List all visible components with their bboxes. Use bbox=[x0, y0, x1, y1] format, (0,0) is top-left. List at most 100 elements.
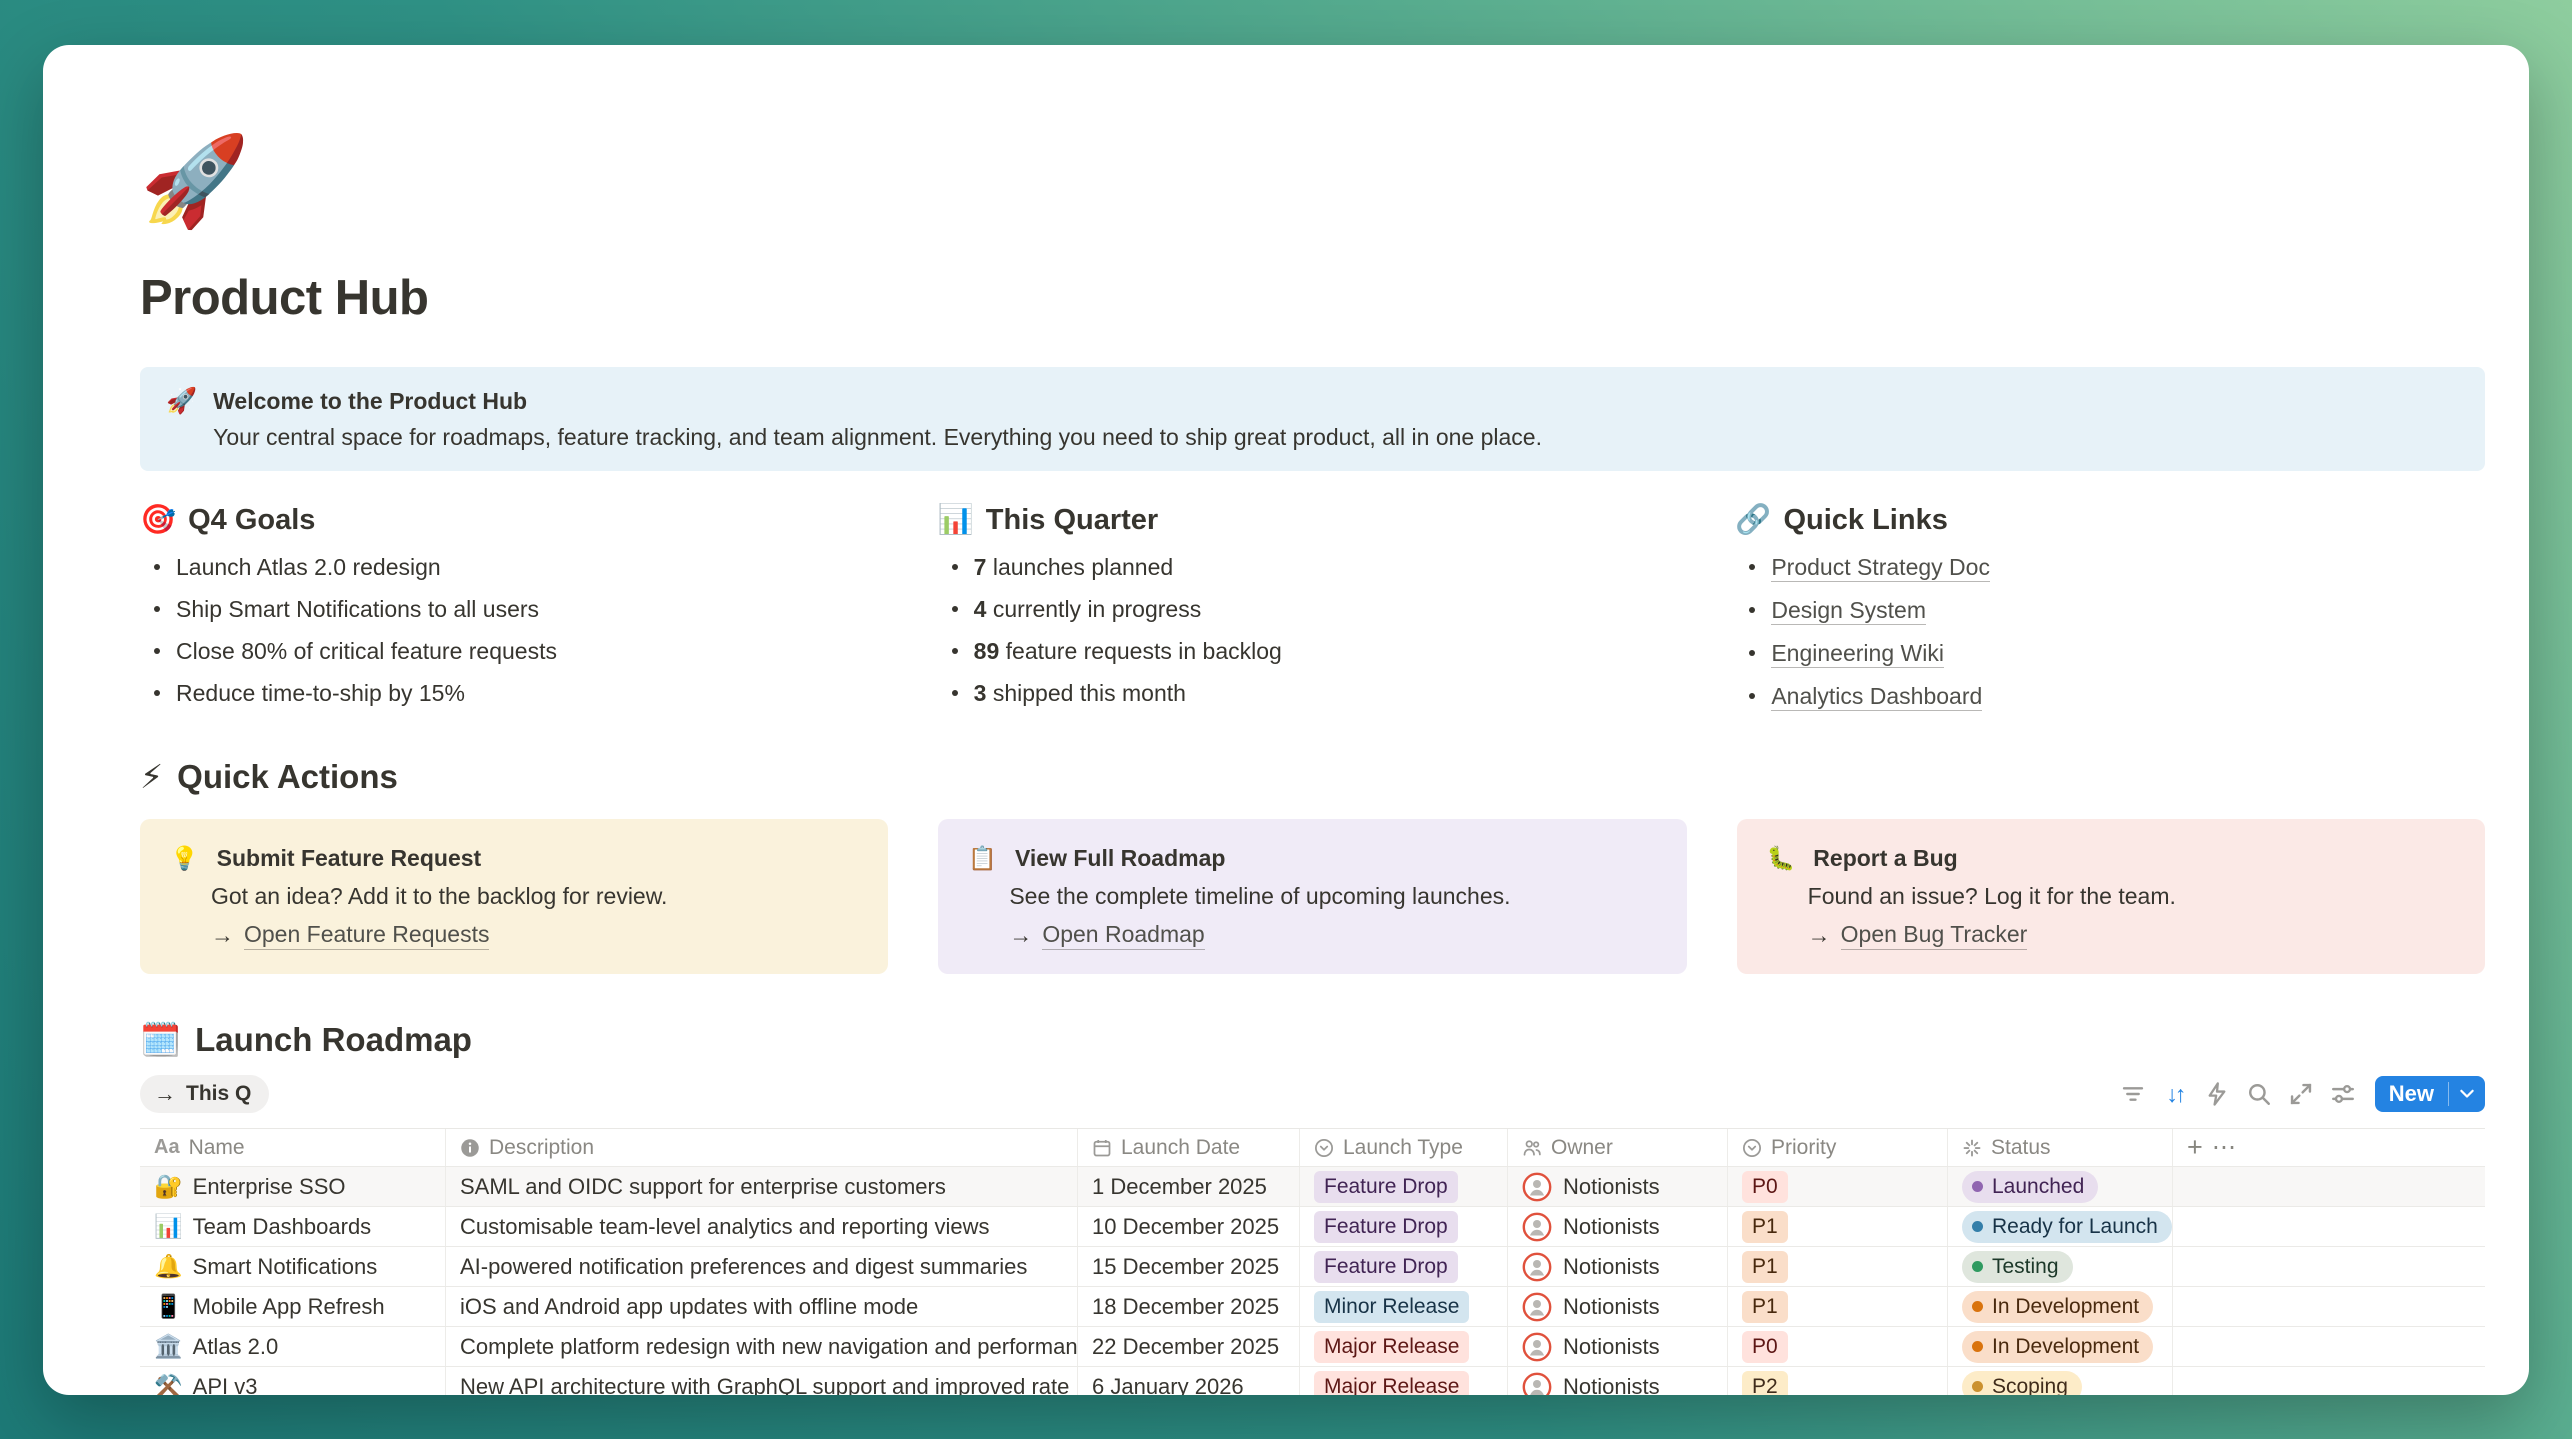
cell-status[interactable]: Ready for Launch bbox=[1948, 1207, 2173, 1246]
this-quarter-heading: 📊 This Quarter bbox=[938, 501, 1688, 539]
column-header-description[interactable]: Description bbox=[446, 1129, 1078, 1166]
cell-priority[interactable]: P0 bbox=[1728, 1327, 1948, 1366]
text-type-icon: Aa bbox=[154, 1136, 180, 1159]
cell-status[interactable]: Launched bbox=[1948, 1167, 2173, 1206]
add-column-button[interactable]: + bbox=[2187, 1134, 2203, 1161]
stat-item: 3 shipped this month bbox=[938, 679, 1688, 707]
cell-owner[interactable]: Notionists bbox=[1508, 1367, 1728, 1395]
cell-name[interactable]: ⚒️ API v3 bbox=[140, 1367, 446, 1395]
chevron-down-icon[interactable] bbox=[2449, 1076, 2485, 1112]
cell-launch-type[interactable]: Minor Release bbox=[1300, 1287, 1508, 1326]
database-controls: → This Q ↓↑ bbox=[140, 1074, 2485, 1114]
column-header-launch-type[interactable]: Launch Type bbox=[1300, 1129, 1508, 1166]
q4-goals-section: 🎯 Q4 Goals Launch Atlas 2.0 redesignShip… bbox=[140, 501, 890, 711]
cell-description[interactable]: Customisable team-level analytics and re… bbox=[446, 1207, 1078, 1246]
cell-owner[interactable]: Notionists bbox=[1508, 1247, 1728, 1286]
column-header-status[interactable]: Status bbox=[1948, 1129, 2173, 1166]
cell-launch-type[interactable]: Major Release bbox=[1300, 1327, 1508, 1366]
cell-priority[interactable]: P2 bbox=[1728, 1367, 1948, 1395]
cell-launch-date[interactable]: 15 December 2025 bbox=[1078, 1247, 1300, 1286]
rocket-icon: 🚀 bbox=[166, 384, 197, 454]
cell-owner[interactable]: Notionists bbox=[1508, 1327, 1728, 1366]
cell-status[interactable]: Scoping bbox=[1948, 1367, 2173, 1395]
sort-icon[interactable]: ↓↑ bbox=[2157, 1076, 2193, 1112]
view-tab-this-q[interactable]: → This Q bbox=[140, 1075, 269, 1113]
quick-action-card: 📋 View Full Roadmap See the complete tim… bbox=[938, 819, 1686, 974]
quick-link[interactable]: Product Strategy Doc bbox=[1771, 553, 1990, 582]
cell-empty bbox=[2173, 1167, 2485, 1206]
cell-launch-date[interactable]: 22 December 2025 bbox=[1078, 1327, 1300, 1366]
owner-avatar bbox=[1522, 1372, 1552, 1396]
select-icon bbox=[1742, 1138, 1762, 1158]
goal-item: Launch Atlas 2.0 redesign bbox=[140, 553, 890, 581]
bullet-dot bbox=[1749, 564, 1755, 570]
quick-link[interactable]: Engineering Wiki bbox=[1771, 639, 1944, 668]
cell-launch-date[interactable]: 1 December 2025 bbox=[1078, 1167, 1300, 1206]
quick-action-link[interactable]: Open Roadmap bbox=[1042, 919, 1204, 950]
new-button[interactable]: New bbox=[2375, 1076, 2485, 1112]
lightning-bolt-icon[interactable] bbox=[2199, 1076, 2235, 1112]
cell-description[interactable]: SAML and OIDC support for enterprise cus… bbox=[446, 1167, 1078, 1206]
quick-action-link[interactable]: Open Bug Tracker bbox=[1841, 919, 2028, 950]
database-toolbar: ↓↑ New bbox=[2115, 1076, 2485, 1112]
cell-name[interactable]: 🔔 Smart Notifications bbox=[140, 1247, 446, 1286]
cell-name[interactable]: 🏛️ Atlas 2.0 bbox=[140, 1327, 446, 1366]
cell-owner[interactable]: Notionists bbox=[1508, 1167, 1728, 1206]
cell-status[interactable]: In Development bbox=[1948, 1327, 2173, 1366]
page-icon-rocket[interactable]: 🚀 bbox=[140, 129, 250, 233]
cell-description[interactable]: iOS and Android app updates with offline… bbox=[446, 1287, 1078, 1326]
table-row: 🔔 Smart Notifications AI-powered notific… bbox=[140, 1247, 2485, 1287]
stat-item: 4 currently in progress bbox=[938, 595, 1688, 623]
q4-goals-heading: 🎯 Q4 Goals bbox=[140, 501, 890, 539]
column-header-name[interactable]: Aa Name bbox=[140, 1129, 446, 1166]
quick-link-item: Design System bbox=[1735, 596, 2485, 625]
cell-launch-type[interactable]: Major Release bbox=[1300, 1367, 1508, 1395]
column-header-launch-date[interactable]: Launch Date bbox=[1078, 1129, 1300, 1166]
bullet-dot bbox=[154, 606, 160, 612]
cell-launch-type[interactable]: Feature Drop bbox=[1300, 1167, 1508, 1206]
cell-empty bbox=[2173, 1207, 2485, 1246]
cell-launch-date[interactable]: 18 December 2025 bbox=[1078, 1287, 1300, 1326]
owner-avatar bbox=[1522, 1172, 1552, 1202]
column-header-priority[interactable]: Priority bbox=[1728, 1129, 1948, 1166]
cell-status[interactable]: Testing bbox=[1948, 1247, 2173, 1286]
bullet-dot bbox=[154, 648, 160, 654]
quick-action-link[interactable]: Open Feature Requests bbox=[244, 919, 489, 950]
goal-item: Close 80% of critical feature requests bbox=[140, 637, 890, 665]
launch-roadmap-table: Aa Name Description Launch Date bbox=[140, 1128, 2485, 1395]
cell-priority[interactable]: P0 bbox=[1728, 1167, 1948, 1206]
this-quarter-section: 📊 This Quarter 7 launches planned 4 curre… bbox=[938, 501, 1688, 711]
cell-name[interactable]: 📱 Mobile App Refresh bbox=[140, 1287, 446, 1326]
cell-priority[interactable]: P1 bbox=[1728, 1207, 1948, 1246]
stat-item: 7 launches planned bbox=[938, 553, 1688, 581]
cell-owner[interactable]: Notionists bbox=[1508, 1287, 1728, 1326]
cell-description[interactable]: AI-powered notification preferences and … bbox=[446, 1247, 1078, 1286]
filter-icon[interactable] bbox=[2115, 1076, 2151, 1112]
desktop-background: 🚀 Product Hub 🚀 Welcome to the Product H… bbox=[0, 0, 2572, 1439]
cell-description[interactable]: Complete platform redesign with new navi… bbox=[446, 1327, 1078, 1366]
more-options-button[interactable]: ⋯ bbox=[2212, 1136, 2237, 1160]
expand-icon[interactable] bbox=[2283, 1076, 2319, 1112]
arrow-right-icon: → bbox=[211, 920, 234, 950]
cell-launch-type[interactable]: Feature Drop bbox=[1300, 1247, 1508, 1286]
cell-name[interactable]: 🔐 Enterprise SSO bbox=[140, 1167, 446, 1206]
bullet-dot bbox=[154, 690, 160, 696]
link-icon: 🔗 bbox=[1735, 501, 1771, 539]
arrow-right-icon: → bbox=[154, 1081, 176, 1107]
clipboard-icon: 📋 bbox=[968, 845, 997, 872]
row-page-icon: 📊 bbox=[154, 1213, 183, 1240]
cell-owner[interactable]: Notionists bbox=[1508, 1207, 1728, 1246]
cell-launch-type[interactable]: Feature Drop bbox=[1300, 1207, 1508, 1246]
settings-sliders-icon[interactable] bbox=[2325, 1076, 2361, 1112]
quick-link[interactable]: Analytics Dashboard bbox=[1771, 682, 1982, 711]
search-icon[interactable] bbox=[2241, 1076, 2277, 1112]
cell-launch-date[interactable]: 10 December 2025 bbox=[1078, 1207, 1300, 1246]
quick-link[interactable]: Design System bbox=[1771, 596, 1926, 625]
cell-description[interactable]: New API architecture with GraphQL suppor… bbox=[446, 1367, 1078, 1395]
cell-launch-date[interactable]: 6 January 2026 bbox=[1078, 1367, 1300, 1395]
cell-name[interactable]: 📊 Team Dashboards bbox=[140, 1207, 446, 1246]
cell-priority[interactable]: P1 bbox=[1728, 1287, 1948, 1326]
column-header-owner[interactable]: Owner bbox=[1508, 1129, 1728, 1166]
cell-status[interactable]: In Development bbox=[1948, 1287, 2173, 1326]
cell-priority[interactable]: P1 bbox=[1728, 1247, 1948, 1286]
